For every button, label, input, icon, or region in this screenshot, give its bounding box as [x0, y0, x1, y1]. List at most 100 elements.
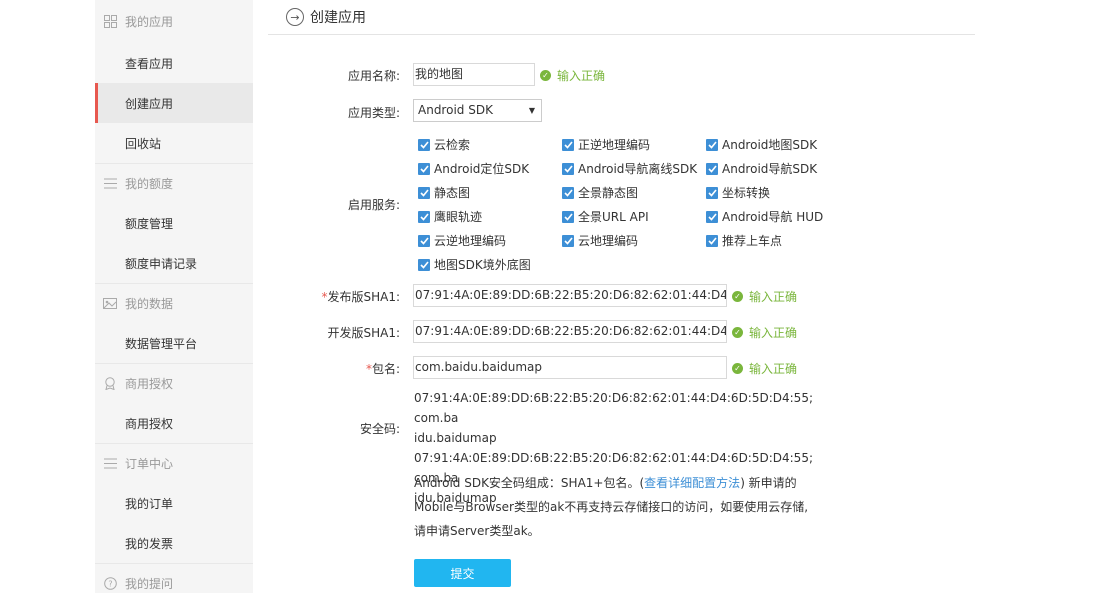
sidebar-group-my-data: 我的数据	[95, 283, 253, 323]
sidebar-group-commercial: 商用授权	[95, 363, 253, 403]
dev-sha1-validation: ✓ 输入正确	[732, 324, 797, 341]
sidebar-item-my-invoices[interactable]: 我的发票	[95, 523, 253, 563]
sidebar-item-view-apps[interactable]: 查看应用	[95, 43, 253, 83]
validation-text: 输入正确	[557, 69, 606, 83]
service-label: 全景URL API	[578, 210, 649, 224]
app-type-select[interactable]: Android SDK ▼	[413, 99, 542, 122]
service-checkbox[interactable]: 推荐上车点	[706, 232, 782, 249]
check-circle-icon: ✓	[540, 70, 551, 81]
app-type-selected: Android SDK	[418, 103, 493, 117]
image-icon	[103, 297, 117, 311]
service-checkbox[interactable]: 云地理编码	[562, 232, 638, 249]
service-checkbox[interactable]: Android定位SDK	[418, 160, 529, 177]
sidebar-item-my-orders[interactable]: 我的订单	[95, 483, 253, 523]
config-method-link[interactable]: 查看详细配置方法	[644, 476, 740, 490]
sidebar-item-recycle-bin[interactable]: 回收站	[95, 123, 253, 163]
sidebar: 我的应用 查看应用 创建应用 回收站 我的额度 额度管理 额度申请记录 我的数据…	[95, 0, 253, 593]
service-label: Android导航SDK	[722, 162, 818, 176]
service-checkbox[interactable]: Android导航 HUD	[706, 208, 823, 225]
checkbox-checked-icon	[706, 138, 718, 151]
service-checkbox[interactable]: 全景URL API	[562, 208, 649, 225]
checkbox-checked-icon	[418, 162, 430, 175]
checkbox-checked-icon	[418, 258, 430, 271]
checkbox-checked-icon	[562, 234, 574, 247]
service-checkbox[interactable]: 地图SDK境外底图	[418, 256, 531, 273]
note-prefix: Android SDK安全码组成：SHA1+包名。(	[414, 476, 645, 490]
sidebar-group-orders: 订单中心	[95, 443, 253, 483]
security-code-line: idu.baidumap	[414, 431, 497, 445]
submit-button[interactable]: 提交	[414, 559, 511, 587]
validation-text: 输入正确	[749, 326, 798, 340]
check-circle-icon: ✓	[732, 327, 743, 338]
sidebar-group-my-questions[interactable]: ? 我的提问	[95, 563, 253, 593]
note-line-3: 请申请Server类型ak。	[414, 524, 540, 538]
sidebar-group-label: 我的提问	[125, 577, 174, 591]
service-label: 鹰眼轨迹	[434, 210, 483, 224]
validation-text: 输入正确	[749, 290, 798, 304]
page-title: 创建应用	[310, 10, 366, 26]
badge-icon	[103, 377, 117, 391]
sidebar-item-data-platform[interactable]: 数据管理平台	[95, 323, 253, 363]
sidebar-group-my-quota: 我的额度	[95, 163, 253, 203]
service-label: Android定位SDK	[434, 162, 530, 176]
app-name-validation: ✓ 输入正确	[540, 67, 605, 84]
sidebar-item-quota-records[interactable]: 额度申请记录	[95, 243, 253, 283]
page-header: → 创建应用	[268, 0, 975, 35]
release-sha1-label-text: 发布版SHA1:	[327, 290, 400, 304]
services-label: 启用服务:	[347, 198, 400, 212]
app-type-label: 应用类型:	[347, 106, 400, 120]
sidebar-group-label: 商用授权	[125, 377, 174, 391]
app-name-label: 应用名称:	[347, 69, 400, 83]
checkbox-checked-icon	[418, 234, 430, 247]
list-icon	[103, 177, 117, 191]
sidebar-group-label: 我的数据	[125, 297, 174, 311]
security-note: Android SDK安全码组成：SHA1+包名。(查看详细配置方法) 新申请的…	[414, 471, 814, 543]
grid-icon	[103, 15, 117, 29]
sidebar-item-quota-management[interactable]: 额度管理	[95, 203, 253, 243]
service-checkbox[interactable]: Android导航SDK	[706, 160, 817, 177]
checkbox-checked-icon	[706, 186, 718, 199]
service-checkbox[interactable]: 云逆地理编码	[418, 232, 506, 249]
main-content: → 创建应用	[268, 0, 975, 35]
service-checkbox[interactable]: Android导航离线SDK	[562, 160, 697, 177]
service-checkbox[interactable]: Android地图SDK	[706, 136, 817, 153]
service-label: 云地理编码	[578, 234, 639, 248]
release-sha1-validation: ✓ 输入正确	[732, 288, 797, 305]
dev-sha1-input[interactable]: 07:91:4A:0E:89:DD:6B:22:B5:20:D6:82:62:0…	[413, 320, 727, 343]
checkbox-checked-icon	[562, 138, 574, 151]
service-label: 云检索	[434, 138, 471, 152]
package-validation: ✓ 输入正确	[732, 360, 797, 377]
service-label: 推荐上车点	[722, 234, 783, 248]
sidebar-item-commercial-license[interactable]: 商用授权	[95, 403, 253, 443]
note-suffix: ) 新申请的	[740, 476, 797, 490]
check-circle-icon: ✓	[732, 291, 743, 302]
checkbox-checked-icon	[706, 234, 718, 247]
release-sha1-input[interactable]: 07:91:4A:0E:89:DD:6B:22:B5:20:D6:82:62:0…	[413, 284, 727, 307]
service-checkbox[interactable]: 鹰眼轨迹	[418, 208, 482, 225]
sidebar-group-label: 我的应用	[125, 15, 174, 29]
checkbox-checked-icon	[706, 162, 718, 175]
sidebar-group-label: 订单中心	[125, 457, 174, 471]
service-checkbox[interactable]: 全景静态图	[562, 184, 638, 201]
security-code-label: 安全码:	[359, 422, 400, 436]
service-checkbox[interactable]: 静态图	[418, 184, 470, 201]
service-label: 静态图	[434, 186, 471, 200]
service-label: 云逆地理编码	[434, 234, 507, 248]
security-code-line: 07:91:4A:0E:89:DD:6B:22:B5:20:D6:82:62:0…	[414, 391, 813, 425]
service-label: 全景静态图	[578, 186, 639, 200]
service-checkbox[interactable]: 正逆地理编码	[562, 136, 650, 153]
checkbox-checked-icon	[562, 210, 574, 223]
sidebar-item-create-app[interactable]: 创建应用	[95, 83, 253, 123]
checkbox-checked-icon	[418, 186, 430, 199]
package-label: *包名:	[268, 360, 400, 377]
checkbox-checked-icon	[418, 138, 430, 151]
sidebar-group-my-apps: 我的应用	[95, 0, 253, 43]
service-label: 坐标转换	[722, 186, 771, 200]
service-checkbox[interactable]: 云检索	[418, 136, 470, 153]
package-input[interactable]: com.baidu.baidumap	[413, 356, 727, 379]
list-icon	[103, 457, 117, 471]
app-name-input[interactable]: 我的地图	[413, 63, 535, 86]
service-label: 正逆地理编码	[578, 138, 651, 152]
service-checkbox[interactable]: 坐标转换	[706, 184, 770, 201]
note-line-2: Mobile与Browser类型的ak不再支持云存储接口的访问，如要使用云存储,	[414, 500, 809, 514]
